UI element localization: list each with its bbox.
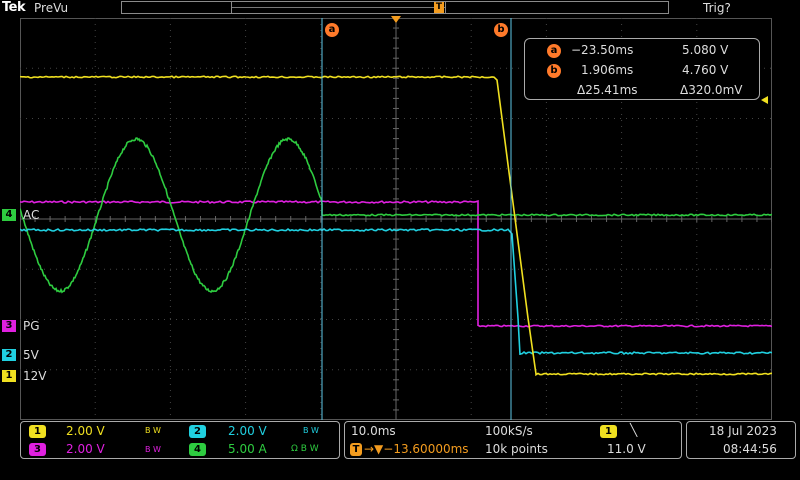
cursor-a-value: 5.080 V [682, 43, 729, 57]
channel-3-marker[interactable]: 3 [2, 320, 16, 332]
record-view-window[interactable] [231, 1, 446, 14]
cursor-a-time: −23.50ms [571, 43, 634, 57]
date-time-panel: 18 Jul 2023 08:44:56 [686, 421, 796, 459]
ch2-scale: 2.00 V [228, 424, 267, 438]
channel-4-label: AC [23, 208, 40, 222]
horizontal-trigger-panel[interactable]: 10.0ms 100kS/s T →▼−13.60000ms 10k point… [344, 421, 682, 459]
ch2-bandwidth: B W [303, 426, 319, 435]
ch4-badge[interactable]: 4 [189, 443, 206, 456]
trigger-position-marker: T [434, 2, 444, 13]
trigger-source-badge[interactable]: 1 [600, 425, 617, 438]
channel-1-marker[interactable]: 1 [2, 370, 16, 382]
acquisition-mode: PreVu [34, 1, 69, 15]
ch4-scale: 5.00 A [228, 442, 267, 456]
ch1-scale: 2.00 V [66, 424, 105, 438]
trigger-level: 11.0 V [607, 442, 646, 456]
timebase-scale: 10.0ms [351, 424, 396, 438]
channel-4-marker[interactable]: 4 [2, 209, 16, 221]
oscilloscope-screen: Tek PreVu T Trig? a b a −23.50ms 5.080 V… [0, 0, 800, 480]
bottom-status-bar: 1 2.00 V B W 2 2.00 V B W 3 2.00 V B W 4… [0, 420, 800, 480]
cursor-b-value: 4.760 V [682, 63, 729, 77]
ch3-bandwidth: B W [145, 445, 161, 454]
readout-b-tag: b [547, 64, 561, 78]
horizontal-delay: →▼−13.60000ms [364, 442, 469, 456]
ch1-badge[interactable]: 1 [29, 425, 46, 438]
ch1-bandwidth: B W [145, 426, 161, 435]
cursor-a-tag[interactable]: a [325, 23, 339, 37]
cursor-readout-panel: a −23.50ms 5.080 V b 1.906ms 4.760 V Δ25… [524, 38, 760, 100]
ch3-badge[interactable]: 3 [29, 443, 46, 456]
vertical-settings-panel[interactable]: 1 2.00 V B W 2 2.00 V B W 3 2.00 V B W 4… [20, 421, 340, 459]
record-length: 10k points [485, 442, 548, 456]
trigger-level-indicator [761, 96, 768, 104]
sample-rate: 100kS/s [485, 424, 533, 438]
trigger-icon: T [350, 443, 362, 456]
date: 18 Jul 2023 [709, 424, 777, 438]
cursor-delta-value: Δ320.0mV [680, 83, 743, 97]
trigger-status: Trig? [703, 1, 731, 15]
ch3-scale: 2.00 V [66, 442, 105, 456]
trigger-position-indicator [391, 16, 401, 23]
ch2-badge[interactable]: 2 [189, 425, 206, 438]
readout-a-tag: a [547, 44, 561, 58]
channel-3-label: PG [23, 319, 40, 333]
channel-1-label: 12V [23, 369, 47, 383]
cursor-b-tag[interactable]: b [494, 23, 508, 37]
trigger-slope-icon: ╲ [630, 423, 638, 437]
brand-logo: Tek [2, 0, 26, 15]
cursor-delta-time: Δ25.41ms [577, 83, 638, 97]
ch4-bandwidth: Ω B W [291, 444, 319, 454]
cursor-b-time: 1.906ms [581, 63, 634, 77]
channel-2-marker[interactable]: 2 [2, 349, 16, 361]
time: 08:44:56 [723, 442, 777, 456]
channel-2-label: 5V [23, 348, 39, 362]
